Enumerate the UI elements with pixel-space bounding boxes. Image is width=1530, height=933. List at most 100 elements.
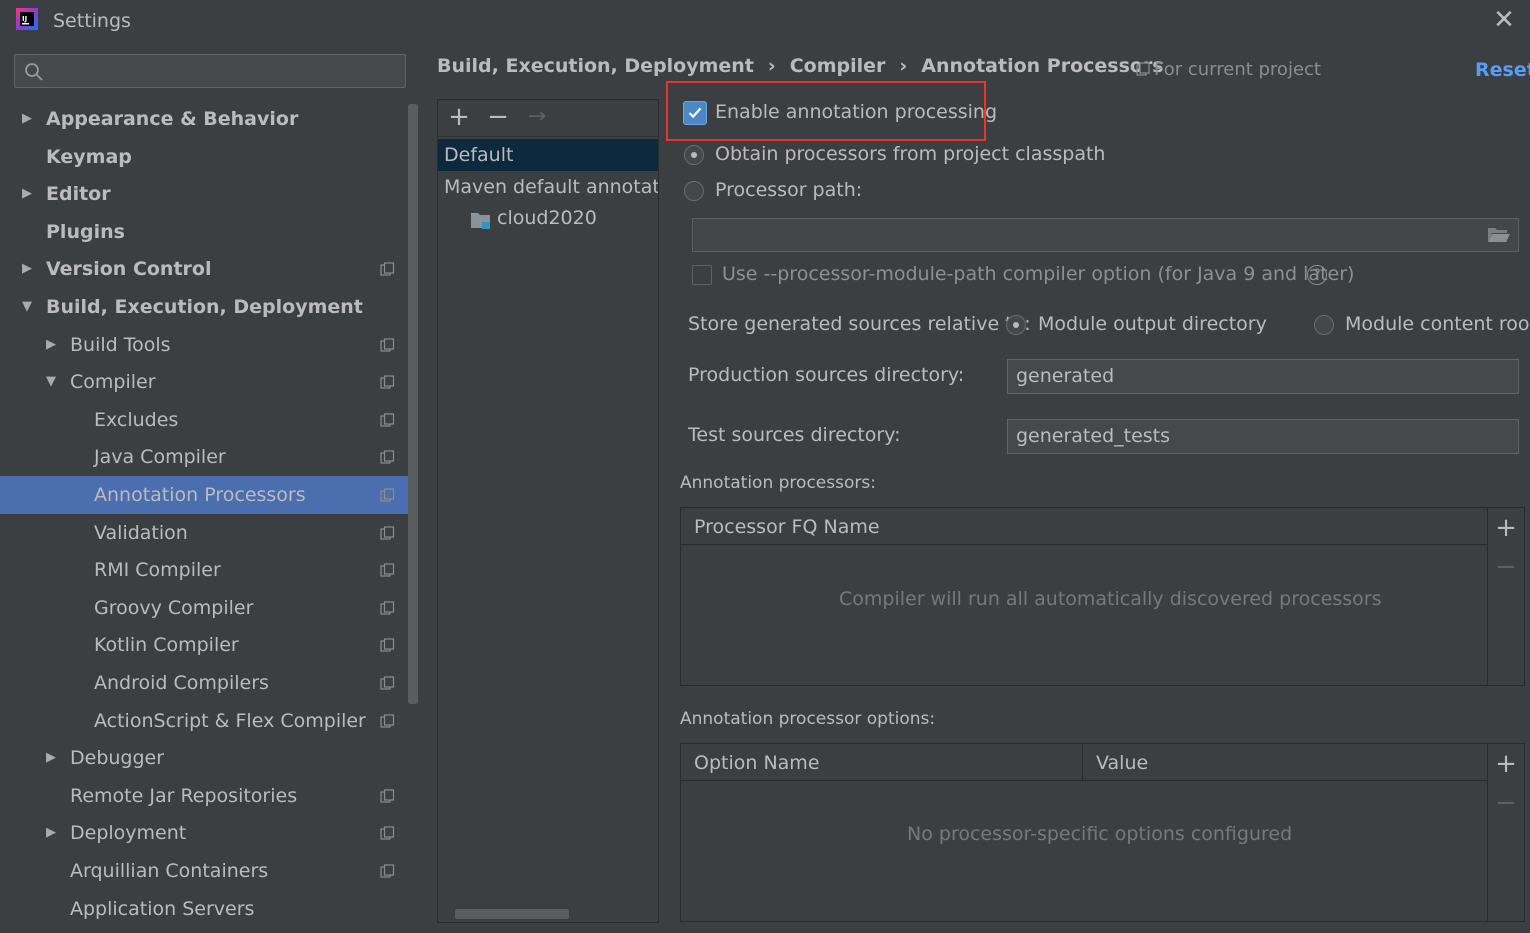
sidebar-item[interactable]: ▶ Debugger xyxy=(0,739,420,777)
processors-table-header: Processor FQ Name xyxy=(681,508,1487,545)
sidebar-item[interactable]: Annotation Processors xyxy=(0,476,418,514)
breadcrumb-item: Build, Execution, Deployment xyxy=(437,55,754,77)
module-output-radio[interactable] xyxy=(1006,315,1026,335)
reset-link[interactable]: Reset xyxy=(1475,59,1530,81)
project-scope-icon xyxy=(380,262,395,276)
sidebar-item[interactable]: Validation xyxy=(0,514,420,552)
chevron-right-icon[interactable]: ▶ xyxy=(46,739,60,777)
add-processor-button[interactable]: + xyxy=(1493,515,1519,541)
project-scope-icon xyxy=(380,826,395,840)
checkmark-icon xyxy=(688,107,702,119)
search-icon xyxy=(25,63,43,81)
processors-empty-text: Compiler will run all automatically disc… xyxy=(839,588,1382,610)
options-empty-text: No processor-specific options configured xyxy=(907,823,1293,845)
chevron-right-icon[interactable]: ▶ xyxy=(22,250,36,288)
remove-option-button[interactable]: − xyxy=(1493,790,1519,816)
sidebar-item[interactable]: Keymap xyxy=(0,138,420,176)
sidebar-item[interactable]: ▶ Editor xyxy=(0,175,420,213)
folder-icon xyxy=(471,213,490,229)
sidebar-item[interactable]: Remote Jar Repositories xyxy=(0,777,420,815)
search-input[interactable] xyxy=(14,54,406,88)
sidebar-item[interactable]: Plugins xyxy=(0,213,420,251)
sidebar-item[interactable]: ▶ Deployment xyxy=(0,814,420,852)
move-profile-button[interactable]: → xyxy=(524,104,550,130)
options-table-header: Option Name Value xyxy=(681,744,1487,781)
sidebar-item-label: Annotation Processors xyxy=(94,484,306,506)
sidebar-item-label: Plugins xyxy=(46,221,125,243)
test-dir-field[interactable]: generated_tests xyxy=(1007,419,1519,454)
sidebar-item[interactable]: Kotlin Compiler xyxy=(0,626,420,664)
chevron-right-icon[interactable]: ▶ xyxy=(22,175,36,213)
sidebar-item[interactable]: ▼ Compiler xyxy=(0,363,420,401)
project-scope-icon xyxy=(380,488,395,502)
project-scope-icon xyxy=(380,789,395,803)
sidebar-item-label: Remote Jar Repositories xyxy=(70,785,298,807)
sidebar-item-label: Excludes xyxy=(94,409,179,431)
project-scope-icon xyxy=(380,638,395,652)
sidebar-item[interactable]: Arquillian Containers xyxy=(0,852,420,890)
sidebar-item[interactable]: ▶ Build Tools xyxy=(0,326,420,364)
processor-path-field[interactable] xyxy=(692,218,1519,252)
module-path-checkbox[interactable] xyxy=(692,265,712,285)
sidebar-item[interactable]: Excludes xyxy=(0,401,420,439)
sidebar-item[interactable]: ▼ Build, Execution, Deployment xyxy=(0,288,420,326)
sidebar-item-label: Deployment xyxy=(70,822,187,844)
project-scope-icon xyxy=(380,375,395,389)
chevron-right-icon[interactable]: ▶ xyxy=(46,814,60,852)
project-scope-icon xyxy=(380,450,395,464)
add-profile-button[interactable]: + xyxy=(446,104,472,130)
project-scope-icon xyxy=(380,714,395,728)
remove-processor-button[interactable]: − xyxy=(1493,554,1519,580)
help-icon[interactable]: ? xyxy=(1307,265,1327,285)
sidebar-item[interactable]: Java Compiler xyxy=(0,438,420,476)
project-scope-icon xyxy=(380,601,395,615)
sidebar-item[interactable]: ▶ Appearance & Behavior xyxy=(0,100,420,138)
column-divider[interactable] xyxy=(1082,744,1083,780)
remove-profile-button[interactable]: − xyxy=(485,104,511,130)
project-scope-icon xyxy=(380,563,395,577)
sidebar-scrollbar[interactable] xyxy=(408,104,418,704)
enable-annotation-checkbox[interactable] xyxy=(683,101,707,125)
processors-side-toolbar: + − xyxy=(1487,508,1525,685)
obtain-classpath-radio[interactable] xyxy=(684,145,704,165)
production-dir-label: Production sources directory: xyxy=(688,364,965,386)
sidebar-item-label: Keymap xyxy=(46,146,132,168)
chevron-down-icon[interactable]: ▼ xyxy=(46,363,60,401)
project-scope-icon xyxy=(380,864,395,878)
sidebar-item-label: Build Tools xyxy=(70,334,171,356)
sidebar-item-label: Groovy Compiler xyxy=(94,597,254,619)
profiles-scrollbar[interactable] xyxy=(455,909,569,919)
processors-section-title: Annotation processors: xyxy=(680,473,876,493)
sidebar-item-label: ActionScript & Flex Compiler xyxy=(94,710,366,732)
option-name-column[interactable]: Option Name xyxy=(694,752,820,774)
close-icon[interactable]: ✕ xyxy=(1490,6,1518,34)
add-option-button[interactable]: + xyxy=(1493,751,1519,777)
sidebar-item-label: Appearance & Behavior xyxy=(46,108,299,130)
sidebar-item-label: Editor xyxy=(46,183,111,205)
sidebar-item[interactable]: Application Servers xyxy=(0,890,420,928)
profile-maven-row[interactable]: Maven default annotation processors prof… xyxy=(444,176,658,198)
module-content-radio[interactable] xyxy=(1314,315,1334,335)
sidebar-item[interactable]: ▶ Version Control xyxy=(0,250,420,288)
sidebar-item[interactable]: Android Compilers xyxy=(0,664,420,702)
value-column[interactable]: Value xyxy=(1096,752,1148,774)
obtain-classpath-label: Obtain processors from project classpath xyxy=(715,143,1106,165)
sidebar-item[interactable]: ActionScript & Flex Compiler xyxy=(0,702,420,740)
chevron-down-icon[interactable]: ▼ xyxy=(22,288,36,326)
project-scope-icon xyxy=(380,413,395,427)
production-dir-field[interactable]: generated xyxy=(1007,359,1519,394)
sidebar-item-label: Compiler xyxy=(70,371,156,393)
options-table: Option Name Value No processor-specific … xyxy=(680,743,1525,922)
module-item[interactable]: cloud2020 xyxy=(497,207,597,229)
processor-fq-name-column[interactable]: Processor FQ Name xyxy=(694,516,880,538)
folder-open-icon[interactable] xyxy=(1487,226,1511,244)
sidebar-item[interactable]: Groovy Compiler xyxy=(0,589,420,627)
chevron-right-icon[interactable]: ▶ xyxy=(46,326,60,364)
project-scope-icon xyxy=(1136,62,1150,76)
sidebar-item[interactable]: RMI Compiler xyxy=(0,551,420,589)
project-scope-icon xyxy=(380,338,395,352)
processor-path-radio[interactable] xyxy=(684,181,704,201)
chevron-right-icon[interactable]: ▶ xyxy=(22,100,36,138)
sidebar-item-label: RMI Compiler xyxy=(94,559,221,581)
module-content-label: Module content root xyxy=(1345,313,1530,335)
